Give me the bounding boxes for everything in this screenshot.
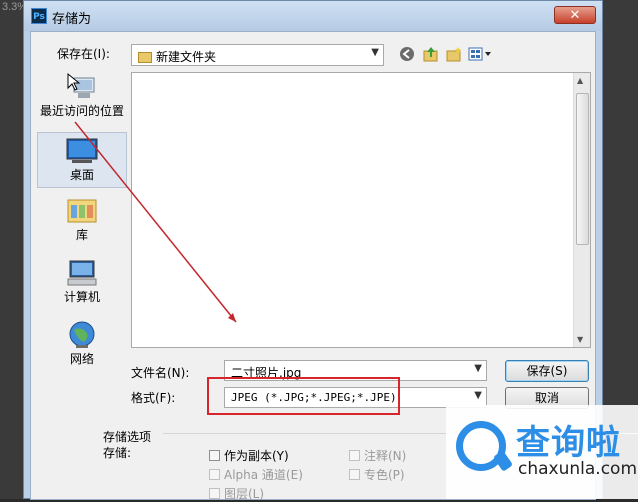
magnifier-logo-icon (456, 421, 514, 472)
watermark-url: chaxunla.com (518, 459, 637, 479)
watermark-title: 查询啦 (516, 423, 621, 463)
watermark: 查询啦 chaxunla.com (446, 405, 638, 499)
